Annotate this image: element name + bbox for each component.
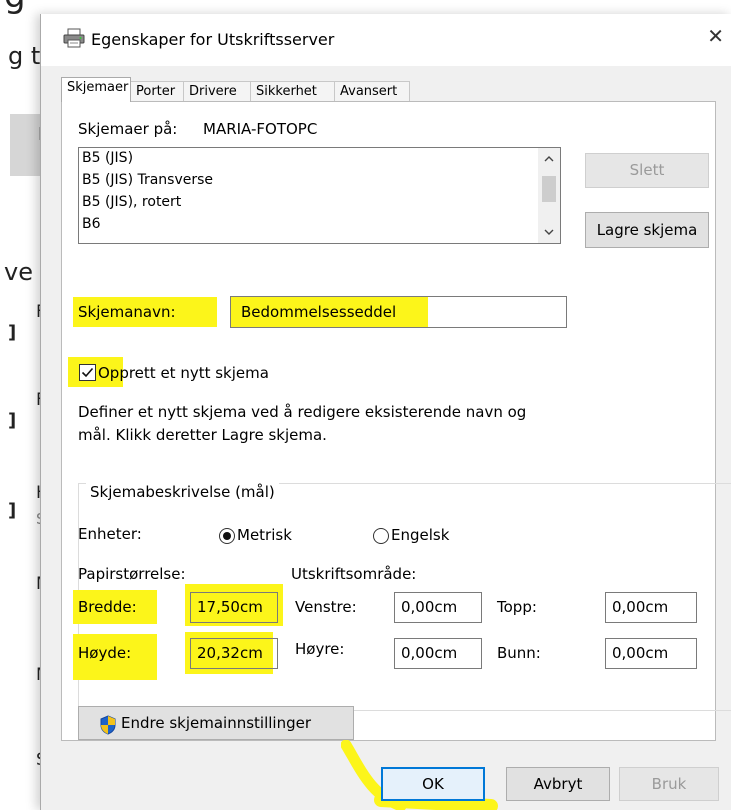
list-item[interactable]: B5 (JIS) [82,150,133,166]
chevron-up-icon[interactable] [538,148,560,170]
server-name: MARIA-FOTOPC [203,120,318,138]
list-item[interactable]: B5 (JIS), rotert [82,194,181,210]
width-label: Bredde: [78,598,137,616]
form-name-value: Bedommelsesseddel [241,303,397,321]
right-label: Høyre: [295,640,345,658]
title-bar[interactable]: Egenskaper for Utskriftsserver ✕ [41,14,731,66]
top-margin-field[interactable]: 0,00cm [605,592,697,623]
create-new-label[interactable]: Opprett et nytt skjema [98,364,269,382]
forms-on-label: Skjemaer på: [78,120,178,138]
metric-radio[interactable] [219,528,235,544]
shield-icon [99,714,117,735]
radio-selected-dot [223,532,231,540]
background-text: g t [8,42,41,70]
right-margin-field[interactable]: 0,00cm [394,638,482,669]
printer-icon [63,28,85,48]
description-line-2: mål. Klikk deretter Lagre skjema. [78,426,327,444]
save-form-button[interactable]: Lagre skjema [585,212,709,248]
left-margin-field[interactable]: 0,00cm [394,592,482,623]
form-list[interactable]: B5 (JIS) B5 (JIS) Transverse B5 (JIS), r… [78,147,561,244]
background-text: ] [8,322,17,343]
bottom-margin-field[interactable]: 0,00cm [605,638,697,669]
close-icon[interactable]: ✕ [707,24,724,48]
units-label: Enheter: [78,525,142,543]
list-item[interactable]: B5 (JIS) Transverse [82,172,213,188]
background-text: ] [8,410,17,431]
bottom-label: Bunn: [497,644,541,662]
width-field[interactable]: 17,50cm [190,592,278,623]
description-line-1: Definer et nytt skjema ved å redigere ek… [78,403,527,421]
delete-button[interactable]: Slett [585,153,709,188]
height-field[interactable]: 20,32cm [190,638,278,669]
scrollbar-thumb[interactable] [542,176,556,202]
tab-porter[interactable]: Porter [130,81,184,101]
background-text: ve [4,258,33,286]
ok-button[interactable]: OK [381,767,485,801]
print-server-properties-dialog: Egenskaper for Utskriftsserver ✕ Skjemae… [40,14,731,810]
metric-label[interactable]: Metrisk [237,526,292,544]
change-settings-label: Endre skjemainnstillinger [121,714,312,732]
height-label: Høyde: [78,644,132,662]
group-title: Skjemabeskrivelse (mål) [86,483,279,501]
chevron-down-icon[interactable] [538,221,560,243]
paper-size-label: Papirstørrelse: [78,565,186,583]
top-label: Topp: [497,598,537,616]
english-radio[interactable] [373,528,389,544]
tab-avansert[interactable]: Avansert [334,81,410,101]
background-text: ] [8,500,17,521]
tab-skjemaer[interactable]: Skjemaer [61,77,131,102]
list-item[interactable]: B6 [82,216,101,232]
dialog-title: Egenskaper for Utskriftsserver [91,30,335,49]
tab-sikkerhet[interactable]: Sikkerhet [250,81,335,101]
apply-button[interactable]: Bruk [619,767,719,801]
form-name-field[interactable]: Bedommelsesseddel [230,296,567,328]
tab-drivere[interactable]: Drivere [183,81,251,101]
list-scrollbar[interactable] [538,148,560,243]
english-label[interactable]: Engelsk [391,526,449,544]
cancel-button[interactable]: Avbryt [506,767,610,801]
left-label: Venstre: [295,598,357,616]
background-heading-fragment: g [4,0,26,18]
form-name-label: Skjemanavn: [78,303,176,321]
background-box [10,114,40,176]
print-area-label: Utskriftsområde: [291,565,417,583]
create-new-checkbox[interactable] [79,364,96,381]
checkmark-icon [81,367,94,378]
change-form-settings-button[interactable]: Endre skjemainnstillinger [78,706,354,740]
